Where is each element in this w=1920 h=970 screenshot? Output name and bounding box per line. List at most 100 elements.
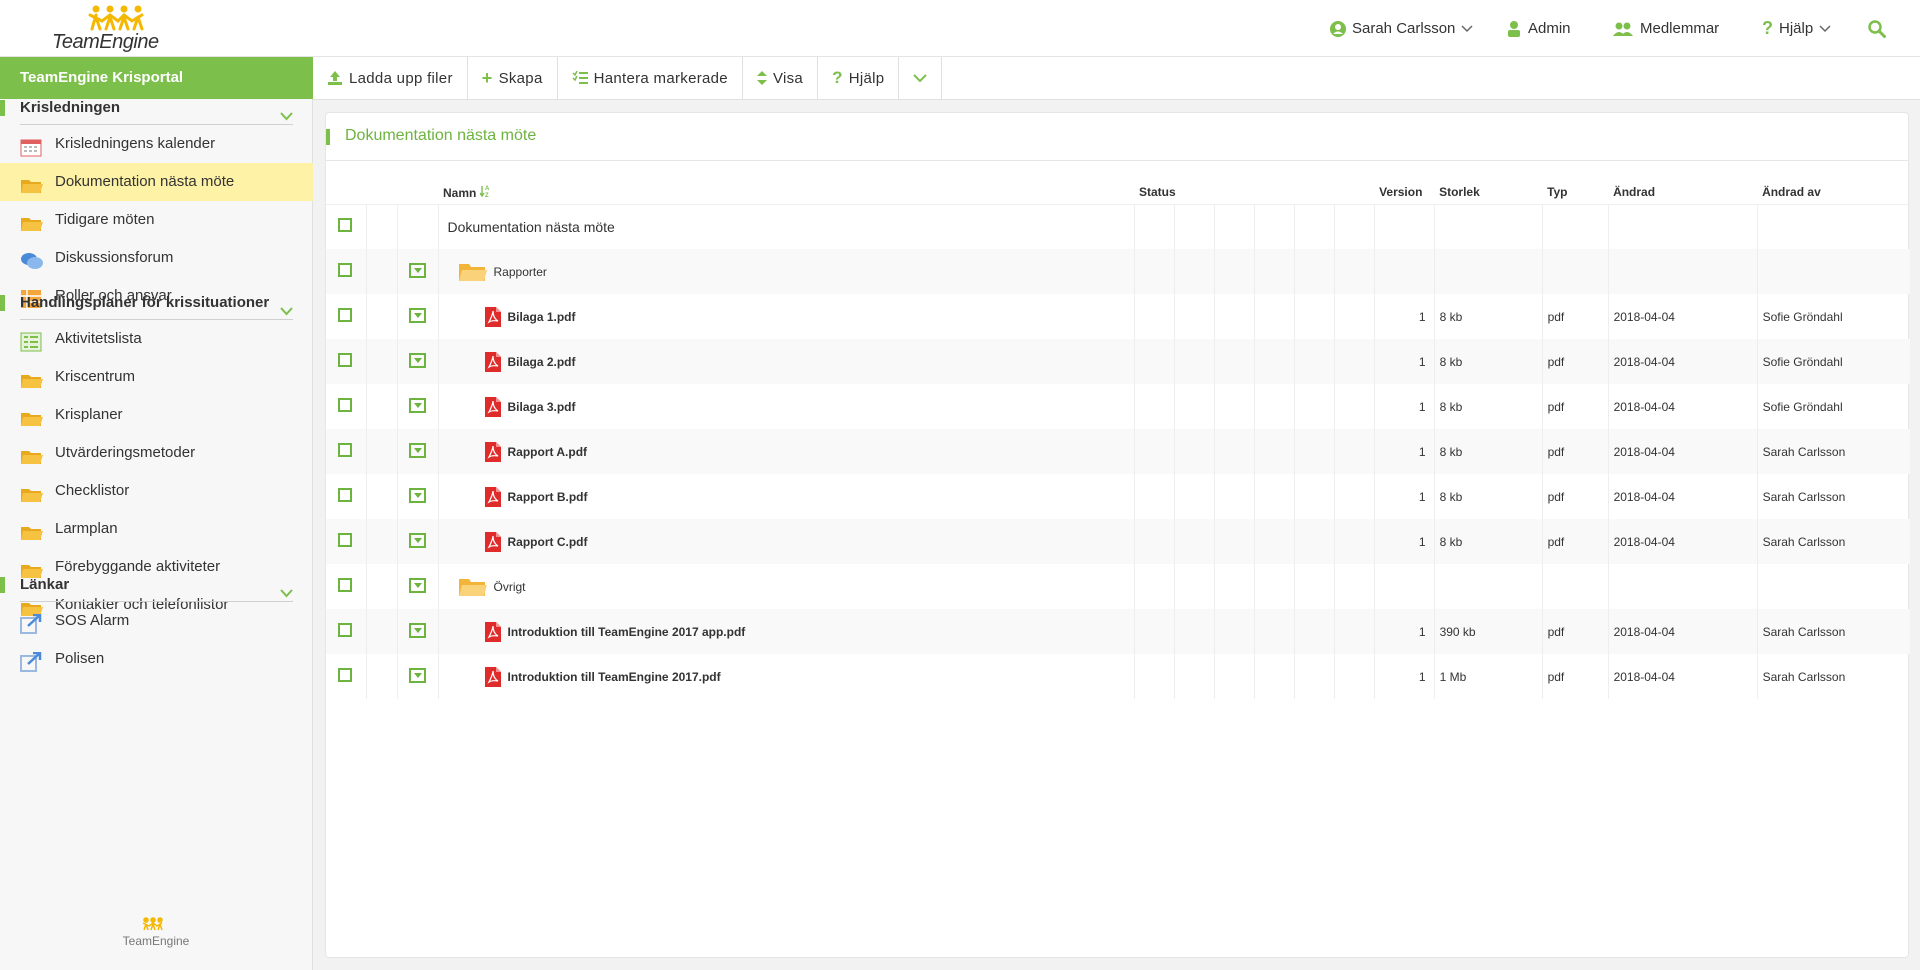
help-menu[interactable]: ? Hjälp [1762, 0, 1831, 57]
file-changed-by: Sarah Carlsson [1756, 654, 1911, 699]
sidebar-section-header[interactable]: Handlingsplaner för krissituationer [0, 287, 313, 319]
sidebar-section: Länkar SOS Alarm Polisen [0, 569, 313, 678]
file-name-cell[interactable]: Rapport C.pdf [444, 531, 1134, 553]
file-name-cell[interactable]: Bilaga 3.pdf [444, 396, 1134, 418]
row-menu-toggle[interactable] [408, 487, 426, 503]
manage-selected-button[interactable]: Hantera markerade [558, 57, 743, 99]
row-menu-toggle[interactable] [408, 442, 426, 458]
table-row[interactable]: Övrigt [326, 564, 1911, 609]
table-row[interactable]: Introduktion till TeamEngine 2017.pdf 1 1 … [326, 654, 1911, 699]
table-row[interactable]: Bilaga 1.pdf 1 8 kb pdf 2018-04-04 Sofie Grön… [326, 294, 1911, 339]
file-version [1373, 564, 1435, 609]
table-row[interactable]: Bilaga 3.pdf 1 8 kb pdf 2018-04-04 Sofie Grön… [326, 384, 1911, 429]
row-checkbox[interactable] [338, 308, 352, 322]
column-changed-by[interactable]: Ändrad av [1757, 181, 1911, 205]
row-menu-toggle[interactable] [408, 622, 426, 638]
help-button[interactable]: ? Hjälp [818, 57, 900, 99]
row-checkbox[interactable] [338, 668, 352, 682]
more-button[interactable] [899, 57, 943, 99]
column-version[interactable]: Version [1374, 181, 1435, 205]
table-row[interactable]: Bilaga 2.pdf 1 8 kb pdf 2018-04-04 Sofie Grön… [326, 339, 1911, 384]
table-row[interactable]: Rapport B.pdf 1 8 kb pdf 2018-04-04 Sarah Car… [326, 474, 1911, 519]
column-status[interactable]: Status [1134, 181, 1375, 205]
row-checkbox[interactable] [338, 623, 352, 637]
sidebar-section-header[interactable]: Krisledningen [0, 92, 313, 124]
folder-icon [20, 519, 44, 540]
sidebar-item-label: SOS Alarm [55, 612, 130, 629]
column-changed[interactable]: Ändrad [1608, 181, 1758, 205]
file-version [1373, 249, 1435, 294]
file-name-cell[interactable]: Introduktion till TeamEngine 2017 app.pd… [444, 621, 1134, 643]
sort-icon [756, 71, 767, 85]
members-link[interactable]: Medlemmar [1612, 0, 1719, 57]
sidebar-item[interactable]: Kriscentrum [0, 358, 313, 396]
sidebar-item[interactable]: Dokumentation nästa möte [0, 163, 313, 201]
sidebar-item[interactable]: Larmplan [0, 510, 313, 548]
help-toolbar-label: Hjälp [848, 69, 885, 87]
file-name-cell[interactable]: Introduktion till TeamEngine 2017.pdf [444, 666, 1134, 688]
sidebar-item[interactable]: Utvärderingsmetoder [0, 434, 313, 472]
sidebar-item[interactable]: SOS Alarm [0, 602, 313, 640]
row-checkbox[interactable] [338, 488, 352, 502]
create-button[interactable]: + Skapa [468, 57, 558, 99]
row-menu-toggle[interactable] [408, 262, 426, 278]
file-name-cell[interactable]: Rapporter [444, 261, 1134, 283]
row-menu-toggle[interactable] [408, 532, 426, 548]
admin-link[interactable]: Admin [1506, 0, 1571, 57]
pdf-icon [484, 351, 502, 373]
column-name[interactable]: Namn AZ [438, 181, 1134, 205]
row-checkbox[interactable] [338, 443, 352, 457]
sidebar-item[interactable]: Krisplaner [0, 396, 313, 434]
sidebar-item[interactable]: Checklistor [0, 472, 313, 510]
row-menu-toggle[interactable] [408, 577, 426, 593]
column-size[interactable]: Storlek [1434, 181, 1543, 205]
row-checkbox[interactable] [338, 263, 352, 277]
row-menu-toggle[interactable] [408, 352, 426, 368]
select-all-checkbox[interactable] [338, 218, 352, 233]
file-changed-by: Sofie Gröndahl [1756, 339, 1911, 384]
members-label: Medlemmar [1640, 20, 1720, 37]
row-menu-toggle[interactable] [408, 307, 426, 323]
row-menu-toggle[interactable] [408, 667, 426, 683]
file-changed-by: Sarah Carlsson [1756, 429, 1911, 474]
row-checkbox[interactable] [338, 533, 352, 547]
pdf-icon [484, 441, 502, 463]
column-name-label: Namn [443, 185, 477, 200]
sidebar-section-header[interactable]: Länkar [0, 569, 313, 601]
file-name-cell[interactable]: Bilaga 1.pdf [444, 306, 1134, 328]
table-row[interactable]: Introduktion till TeamEngine 2017 app.pd… [326, 609, 1911, 654]
logo-people-icon [142, 917, 163, 931]
chevron-down-icon [1461, 24, 1473, 32]
user-menu[interactable]: Sarah Carlsson [1330, 0, 1473, 57]
row-checkbox[interactable] [338, 398, 352, 412]
sidebar-item[interactable]: Polisen [0, 640, 313, 678]
table-row[interactable]: Rapporter [326, 249, 1911, 294]
user-icon [1330, 20, 1346, 37]
column-type[interactable]: Typ [1542, 181, 1609, 205]
file-name-cell[interactable]: Rapport B.pdf [444, 486, 1134, 508]
document-panel: Dokumentation nästa möte Namn AZ Status … [325, 112, 1911, 958]
file-size: 8 kb [1433, 294, 1543, 339]
show-button[interactable]: Visa [743, 57, 819, 99]
file-version: 1 [1373, 429, 1435, 474]
sidebar-item[interactable]: Krisledningens kalender [0, 125, 313, 163]
file-type: pdf [1541, 339, 1609, 384]
sidebar-section-title: Handlingsplaner för krissituationer [20, 294, 270, 311]
file-name-cell[interactable]: Bilaga 2.pdf [444, 351, 1134, 373]
row-checkbox[interactable] [338, 578, 352, 592]
file-type: pdf [1541, 654, 1609, 699]
file-name-cell[interactable]: Övrigt [444, 576, 1134, 598]
teamengine-logo[interactable]: TeamEngine [52, 3, 182, 53]
upload-files-button[interactable]: Ladda upp filer [313, 57, 468, 99]
logo-people-icon [88, 5, 144, 31]
sidebar-item[interactable]: Diskussionsforum [0, 239, 313, 277]
sidebar-item[interactable]: Aktivitetslista [0, 320, 313, 358]
table-row[interactable]: Rapport A.pdf 1 8 kb pdf 2018-04-04 Sarah Car… [326, 429, 1911, 474]
row-menu-toggle[interactable] [408, 397, 426, 413]
row-checkbox[interactable] [338, 353, 352, 367]
sidebar-item[interactable]: Tidigare möten [0, 201, 313, 239]
table-row[interactable]: Rapport C.pdf 1 8 kb pdf 2018-04-04 Sarah Car… [326, 519, 1911, 564]
file-type: pdf [1541, 384, 1609, 429]
search-button[interactable] [1868, 0, 1886, 57]
file-name-cell[interactable]: Rapport A.pdf [444, 441, 1134, 463]
